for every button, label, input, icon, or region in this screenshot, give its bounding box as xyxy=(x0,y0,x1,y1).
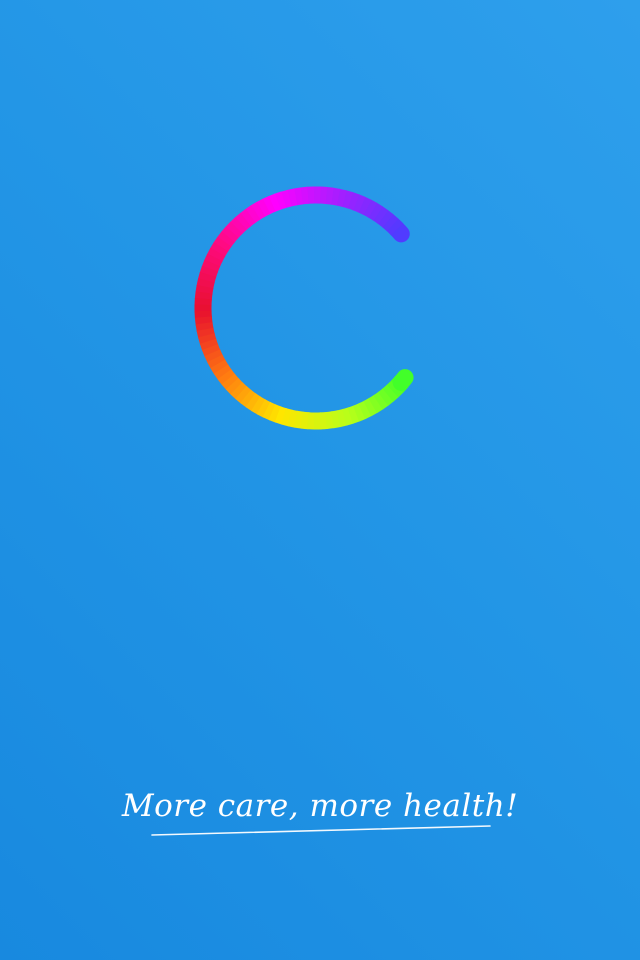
rainbow-ring-logo-icon xyxy=(180,176,440,440)
tagline-text: More care, more health! xyxy=(121,788,519,824)
splash-screen: More care, more health! xyxy=(0,0,640,960)
tagline-block: More care, more health! xyxy=(0,784,640,844)
ring-segment xyxy=(392,369,414,391)
tagline-underline xyxy=(151,825,491,836)
